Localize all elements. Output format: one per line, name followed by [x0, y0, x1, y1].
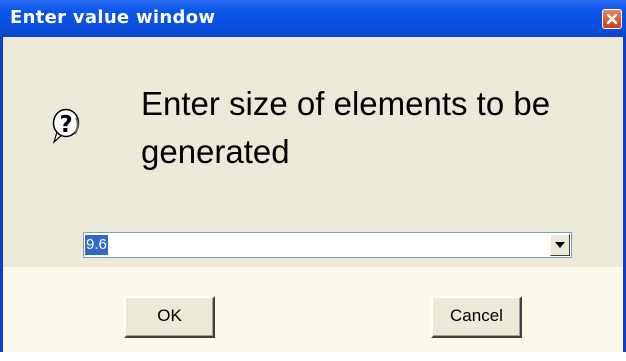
enter-value-dialog: Enter value window ? Enter size of eleme…	[0, 0, 626, 352]
prompt-text: Enter size of elements to be generated	[141, 85, 551, 170]
close-icon	[606, 13, 618, 25]
close-button[interactable]	[602, 9, 622, 29]
question-mark-help-icon: ?	[52, 108, 80, 144]
size-value-input[interactable]: 9.6	[85, 235, 108, 255]
size-combobox[interactable]: 9.6	[83, 232, 572, 258]
cancel-button[interactable]: Cancel	[431, 296, 522, 338]
window-title: Enter value window	[10, 7, 216, 28]
dropdown-button[interactable]	[550, 234, 570, 256]
ok-button[interactable]: OK	[124, 296, 215, 338]
title-bar[interactable]: Enter value window	[0, 0, 626, 37]
svg-text:?: ?	[59, 112, 72, 138]
dropdown-arrow-icon	[555, 242, 565, 248]
button-area	[3, 267, 623, 352]
